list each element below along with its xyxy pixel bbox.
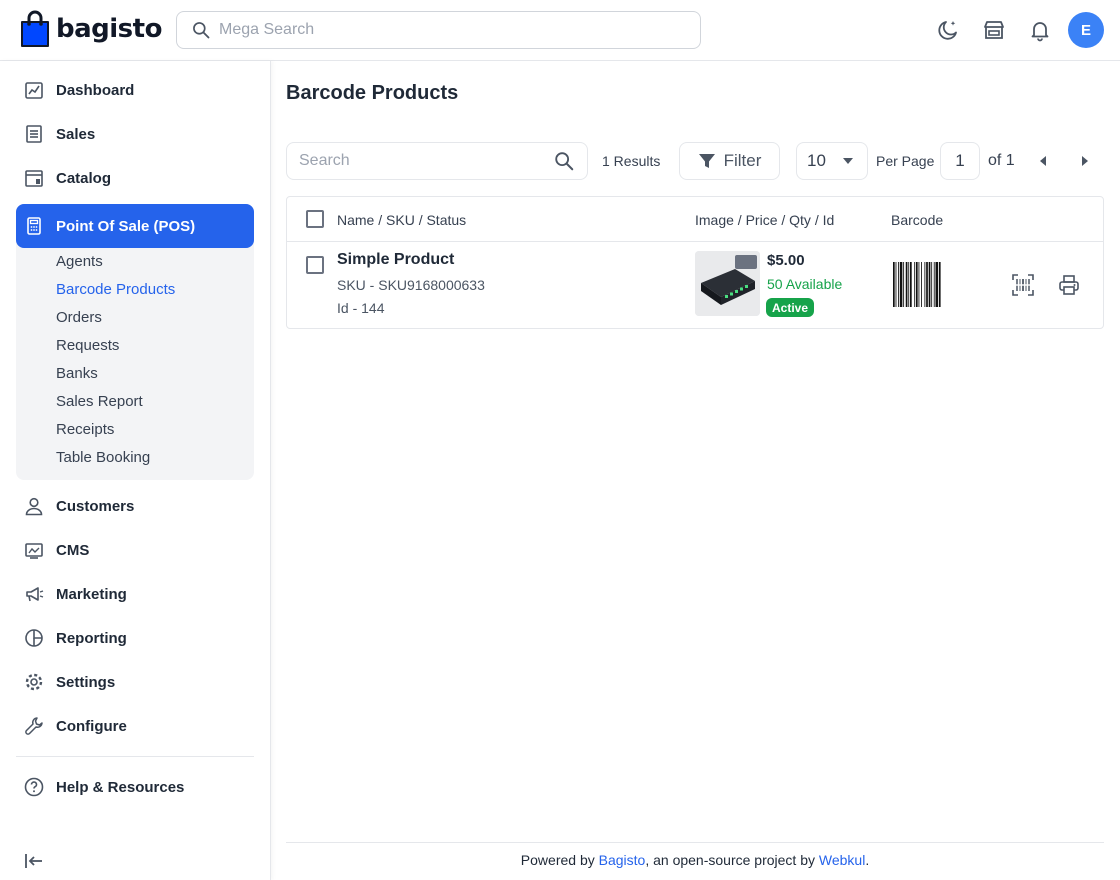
product-id: Id - 144 (337, 300, 385, 316)
sidebar-item-marketing[interactable]: Marketing (16, 574, 254, 614)
sidebar-item-label: Dashboard (56, 81, 135, 99)
shopping-bag-icon (21, 10, 49, 47)
row-select-checkbox[interactable] (306, 256, 324, 274)
marketing-icon (24, 584, 44, 604)
notification-bell-icon[interactable] (1028, 18, 1052, 42)
datagrid-search-input[interactable] (299, 152, 549, 170)
search-icon (193, 22, 210, 39)
footer-suffix: . (865, 852, 870, 868)
sidebar-item-pos[interactable]: Point Of Sale (POS) (16, 204, 254, 248)
column-header-image[interactable]: Image / Price / Qty / Id (695, 212, 834, 228)
per-page-value: 10 (807, 151, 826, 170)
sidebar-item-sales[interactable]: Sales (16, 114, 254, 154)
barcode-products-table: Name / SKU / Status Image / Price / Qty … (286, 196, 1104, 329)
sidebar-item-configure[interactable]: Configure (16, 706, 254, 746)
product-name: Simple Product (337, 251, 455, 268)
search-icon[interactable] (553, 150, 575, 172)
sidebar-item-label: CMS (56, 541, 90, 559)
previous-page-icon[interactable] (1036, 154, 1050, 168)
product-sku: SKU - SKU9168000633 (337, 277, 485, 293)
status-badge: Active (766, 298, 815, 317)
sidebar-subitem-requests[interactable]: Requests (56, 337, 119, 354)
dark-mode-icon[interactable] (936, 18, 960, 42)
table-header: Name / SKU / Status Image / Price / Qty … (287, 197, 1103, 242)
storefront-icon[interactable] (982, 18, 1006, 42)
footer-middle: , an open-source project by (645, 852, 819, 868)
sidebar-item-label: Help & Resources (56, 778, 185, 796)
sidebar-subitem-sales-report[interactable]: Sales Report (56, 393, 143, 410)
sidebar-subitem-receipts[interactable]: Receipts (56, 421, 114, 438)
per-page-select[interactable]: 10 (796, 142, 868, 180)
filter-icon (698, 154, 715, 168)
product-quantity: 50 Available (767, 276, 843, 292)
settings-icon (24, 672, 44, 692)
product-price: $5.00 (767, 252, 805, 269)
configure-icon (24, 716, 44, 736)
page-title: Barcode Products (286, 82, 459, 104)
barcode-scan-icon[interactable] (1011, 273, 1035, 297)
print-icon[interactable] (1057, 273, 1081, 297)
sidebar-divider (16, 756, 254, 757)
mega-search-bar[interactable] (176, 11, 701, 49)
column-header-barcode: Barcode (891, 212, 944, 228)
bagisto-link[interactable]: Bagisto (599, 852, 646, 868)
sidebar-item-label: Customers (56, 497, 135, 515)
sidebar-item-label: Sales (56, 125, 96, 143)
sidebar-item-dashboard[interactable]: Dashboard (16, 70, 254, 110)
help-icon (24, 777, 44, 797)
page-total: of 1 (988, 152, 1015, 169)
column-header-name[interactable]: Name / SKU / Status (337, 212, 466, 228)
page-number-input[interactable] (940, 142, 980, 180)
pos-menu-group: Point Of Sale (POS) Agents Barcode Produ… (16, 204, 254, 480)
dashboard-icon (24, 80, 44, 100)
user-avatar[interactable]: E (1068, 12, 1104, 48)
results-count: 1 Results (602, 153, 661, 169)
sidebar-item-label: Reporting (56, 629, 127, 647)
footer: Powered by Bagisto, an open-source proje… (286, 852, 1104, 868)
sidebar-item-settings[interactable]: Settings (16, 662, 254, 702)
product-image (695, 251, 760, 316)
customers-icon (24, 496, 44, 516)
footer-divider (286, 842, 1104, 843)
webkul-link[interactable]: Webkul (819, 852, 865, 868)
sidebar-subitem-barcode-products[interactable]: Barcode Products (56, 281, 175, 298)
filter-label: Filter (723, 151, 762, 170)
table-row: Simple Product SKU - SKU9168000633 Id - … (287, 242, 1103, 328)
datagrid-search[interactable] (286, 142, 588, 180)
mega-search-input[interactable] (219, 21, 679, 39)
sidebar-subitem-table-booking[interactable]: Table Booking (56, 449, 150, 466)
sidebar-item-label: Marketing (56, 585, 127, 603)
sidebar-subitem-agents[interactable]: Agents (56, 253, 103, 270)
sidebar-item-help[interactable]: Help & Resources (16, 767, 254, 807)
select-all-checkbox[interactable] (306, 210, 324, 228)
filter-button[interactable]: Filter (679, 142, 780, 180)
sidebar-item-customers[interactable]: Customers (16, 486, 254, 526)
sidebar-item-label: Point Of Sale (POS) (56, 217, 196, 235)
brand-logo[interactable]: bagisto (20, 10, 162, 48)
collapse-sidebar-icon[interactable] (24, 851, 44, 871)
sidebar-item-catalog[interactable]: Catalog (16, 158, 254, 198)
sidebar: Dashboard Sales Catalog Point Of Sale (P… (0, 61, 271, 880)
next-page-icon[interactable] (1078, 154, 1092, 168)
sidebar-subitem-orders[interactable]: Orders (56, 309, 102, 326)
brand-name: bagisto (56, 14, 162, 44)
sidebar-subitem-banks[interactable]: Banks (56, 365, 98, 382)
product-barcode (893, 262, 955, 307)
sidebar-item-label: Settings (56, 673, 116, 691)
caret-down-icon (843, 158, 853, 164)
catalog-icon (24, 168, 44, 188)
top-header: bagisto E (0, 0, 1120, 61)
sidebar-item-cms[interactable]: CMS (16, 530, 254, 570)
per-page-label: Per Page (876, 153, 935, 169)
sidebar-item-label: Catalog (56, 169, 112, 187)
cms-icon (24, 540, 44, 560)
sales-icon (24, 124, 44, 144)
sidebar-item-label: Configure (56, 717, 127, 735)
pos-icon (24, 216, 44, 236)
footer-prefix: Powered by (520, 852, 599, 868)
reporting-icon (24, 628, 44, 648)
sidebar-item-reporting[interactable]: Reporting (16, 618, 254, 658)
